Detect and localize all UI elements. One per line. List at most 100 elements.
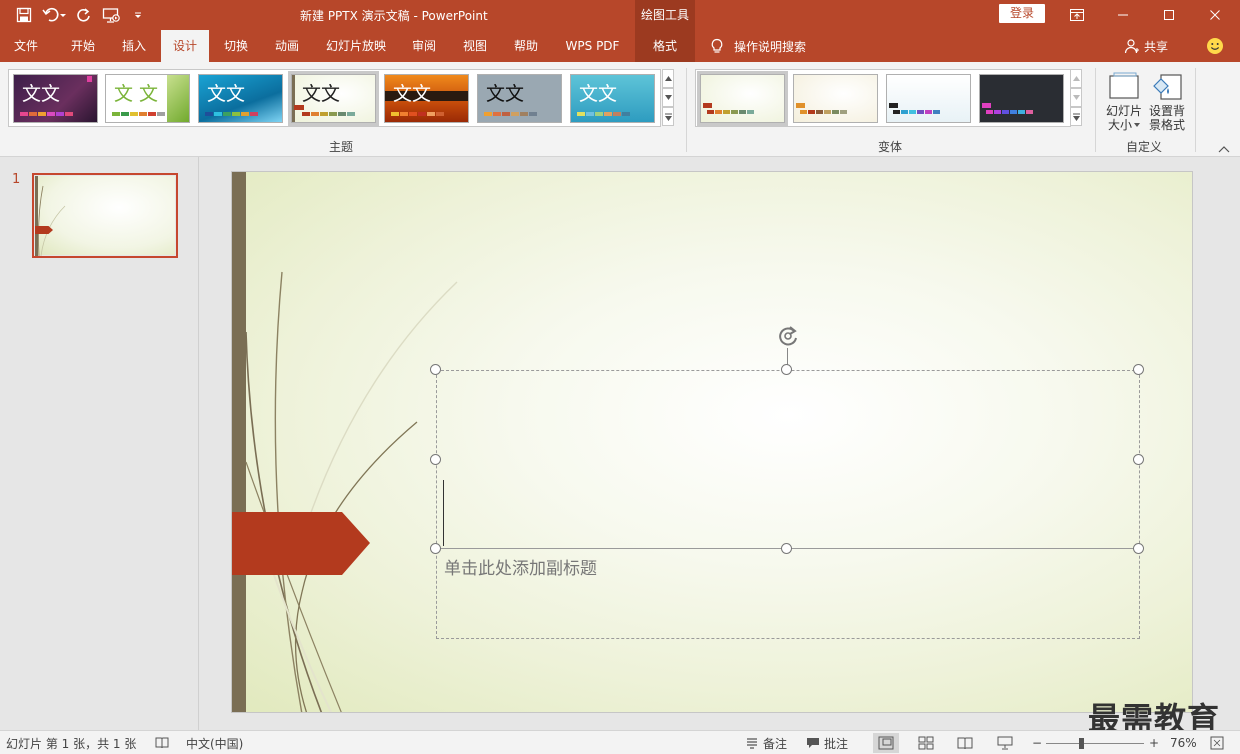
tab-transitions[interactable]: 切换 [212, 30, 260, 62]
customize-qat-button[interactable] [130, 5, 146, 25]
language-status[interactable]: 中文(中国) [186, 731, 243, 754]
slide-size-label-line1: 幻灯片 [1105, 104, 1142, 118]
slide-show-view-button[interactable] [992, 733, 1018, 753]
minimize-button[interactable] [1100, 0, 1146, 30]
variant-thumbnail-selected[interactable] [697, 71, 788, 126]
login-button[interactable]: 登录 [999, 4, 1045, 23]
zoom-in-button[interactable]: + [1149, 731, 1159, 754]
theme-thumbnail[interactable]: 文文 [477, 74, 562, 123]
notes-label: 备注 [763, 736, 788, 751]
format-background-label-line2: 景格式 [1148, 118, 1185, 132]
maximize-button[interactable] [1146, 0, 1192, 30]
tab-file[interactable]: 文件 [0, 30, 52, 62]
save-button[interactable] [14, 5, 34, 25]
theme-thumbnail-selected[interactable]: 文文 [288, 71, 379, 126]
subtitle-placeholder-text[interactable]: 单击此处添加副标题 [444, 554, 597, 579]
theme-thumbnail[interactable]: 文文 [13, 74, 98, 123]
tab-format[interactable]: 格式 [635, 30, 695, 62]
slide-size-button[interactable]: 幻灯片 大小 [1102, 68, 1146, 132]
chevron-up-icon [1072, 76, 1080, 81]
minimize-icon [1118, 14, 1128, 16]
theme-thumbnail[interactable]: 文 文 [105, 74, 190, 123]
title-bar: 新建 PPTX 演示文稿 - PowerPoint 绘图工具 登录 [0, 0, 1240, 30]
comments-label: 批注 [824, 736, 849, 751]
resize-handle-top-right[interactable] [1133, 364, 1144, 375]
tab-wps-pdf[interactable]: WPS PDF [555, 30, 630, 62]
tab-home[interactable]: 开始 [58, 30, 108, 62]
tab-insert[interactable]: 插入 [110, 30, 158, 62]
tab-review[interactable]: 审阅 [400, 30, 448, 62]
rotate-handle[interactable] [775, 323, 801, 352]
lightbulb-icon [711, 38, 723, 53]
zoom-slider-thumb[interactable] [1079, 738, 1084, 749]
feedback-button[interactable] [1206, 37, 1224, 58]
gallery-more-button[interactable] [1070, 107, 1082, 126]
more-icon [664, 113, 672, 121]
gallery-scroll-up-button[interactable] [662, 69, 674, 88]
spelling-check-button[interactable] [155, 731, 169, 754]
subtitle-placeholder-box[interactable] [436, 370, 1140, 639]
zoom-out-button[interactable]: − [1032, 731, 1042, 754]
tab-design[interactable]: 设计 [161, 30, 209, 62]
chevron-down-icon [664, 95, 672, 100]
slideshow-icon [997, 736, 1013, 750]
variant-thumbnail[interactable] [886, 74, 971, 123]
gallery-scroll-down-button[interactable] [1070, 88, 1082, 107]
slides-thumbnail-panel[interactable]: 1 [0, 157, 199, 730]
resize-handle-left[interactable] [430, 454, 441, 465]
theme-sample-text: 文 文 [114, 83, 159, 105]
tell-me-label: 操作说明搜索 [734, 39, 807, 54]
resize-handle-bottom[interactable] [781, 543, 792, 554]
variant-thumbnail[interactable] [793, 74, 878, 123]
resize-handle-right[interactable] [1133, 454, 1144, 465]
variants-gallery-scroll [1070, 69, 1082, 127]
resize-handle-bottom-left[interactable] [430, 543, 441, 554]
theme-thumbnail[interactable]: 文文 [198, 74, 283, 123]
theme-sample-text: 文文 [302, 83, 341, 105]
start-slideshow-button[interactable] [100, 5, 124, 25]
tab-slide-show[interactable]: 幻灯片放映 [316, 30, 396, 62]
gallery-scroll-down-button[interactable] [662, 88, 674, 107]
status-bar: 幻灯片 第 1 张，共 1 张 中文(中国) 备注 批注 − + 76% [0, 730, 1240, 754]
undo-icon [42, 7, 66, 22]
share-button[interactable]: 共享 [1124, 30, 1168, 62]
close-icon [1210, 10, 1220, 20]
redo-button[interactable] [74, 5, 94, 25]
comments-button[interactable]: 批注 [806, 731, 848, 754]
notes-button[interactable]: 备注 [745, 731, 787, 754]
themes-group-label: 主题 [329, 140, 354, 154]
chevron-down-icon [1134, 123, 1140, 127]
close-button[interactable] [1192, 0, 1238, 30]
tab-view[interactable]: 视图 [451, 30, 499, 62]
fit-to-window-button[interactable] [1210, 731, 1224, 754]
format-background-button[interactable]: 设置背 景格式 [1145, 68, 1189, 132]
zoom-level[interactable]: 76% [1170, 731, 1197, 754]
gallery-scroll-up-button[interactable] [1070, 69, 1082, 88]
theme-sample-text: 文文 [579, 83, 618, 105]
slide-canvas[interactable]: 单击此处添加副标题 [231, 171, 1193, 713]
collapse-ribbon-button[interactable] [1218, 142, 1230, 156]
normal-view-button[interactable] [873, 733, 899, 753]
ribbon-tabs: 文件 开始 插入 设计 切换 动画 幻灯片放映 审阅 视图 帮助 WPS PDF… [0, 30, 1240, 62]
tab-help[interactable]: 帮助 [502, 30, 550, 62]
zoom-slider-track[interactable] [1046, 743, 1144, 744]
undo-button[interactable] [40, 5, 68, 25]
variant-thumbnail[interactable] [979, 74, 1064, 123]
slide-sorter-view-button[interactable] [913, 733, 939, 753]
theme-thumbnail[interactable]: 文文 [570, 74, 655, 123]
reading-view-button[interactable] [952, 733, 978, 753]
window-title: 新建 PPTX 演示文稿 - PowerPoint [300, 9, 488, 23]
slide-thumbnail[interactable] [32, 173, 178, 258]
repeat-icon [77, 8, 90, 22]
resize-handle-top-left[interactable] [430, 364, 441, 375]
gallery-more-button[interactable] [662, 107, 674, 126]
theme-sample-text: 文文 [393, 83, 432, 105]
resize-handle-bottom-right[interactable] [1133, 543, 1144, 554]
person-icon [1124, 39, 1139, 54]
theme-thumbnail[interactable]: 文文 [384, 74, 469, 123]
tell-me-search[interactable]: 操作说明搜索 [710, 30, 806, 62]
resize-handle-top[interactable] [781, 364, 792, 375]
ribbon-display-options-button[interactable] [1054, 0, 1100, 30]
comment-icon [807, 738, 819, 748]
tab-animations[interactable]: 动画 [263, 30, 311, 62]
